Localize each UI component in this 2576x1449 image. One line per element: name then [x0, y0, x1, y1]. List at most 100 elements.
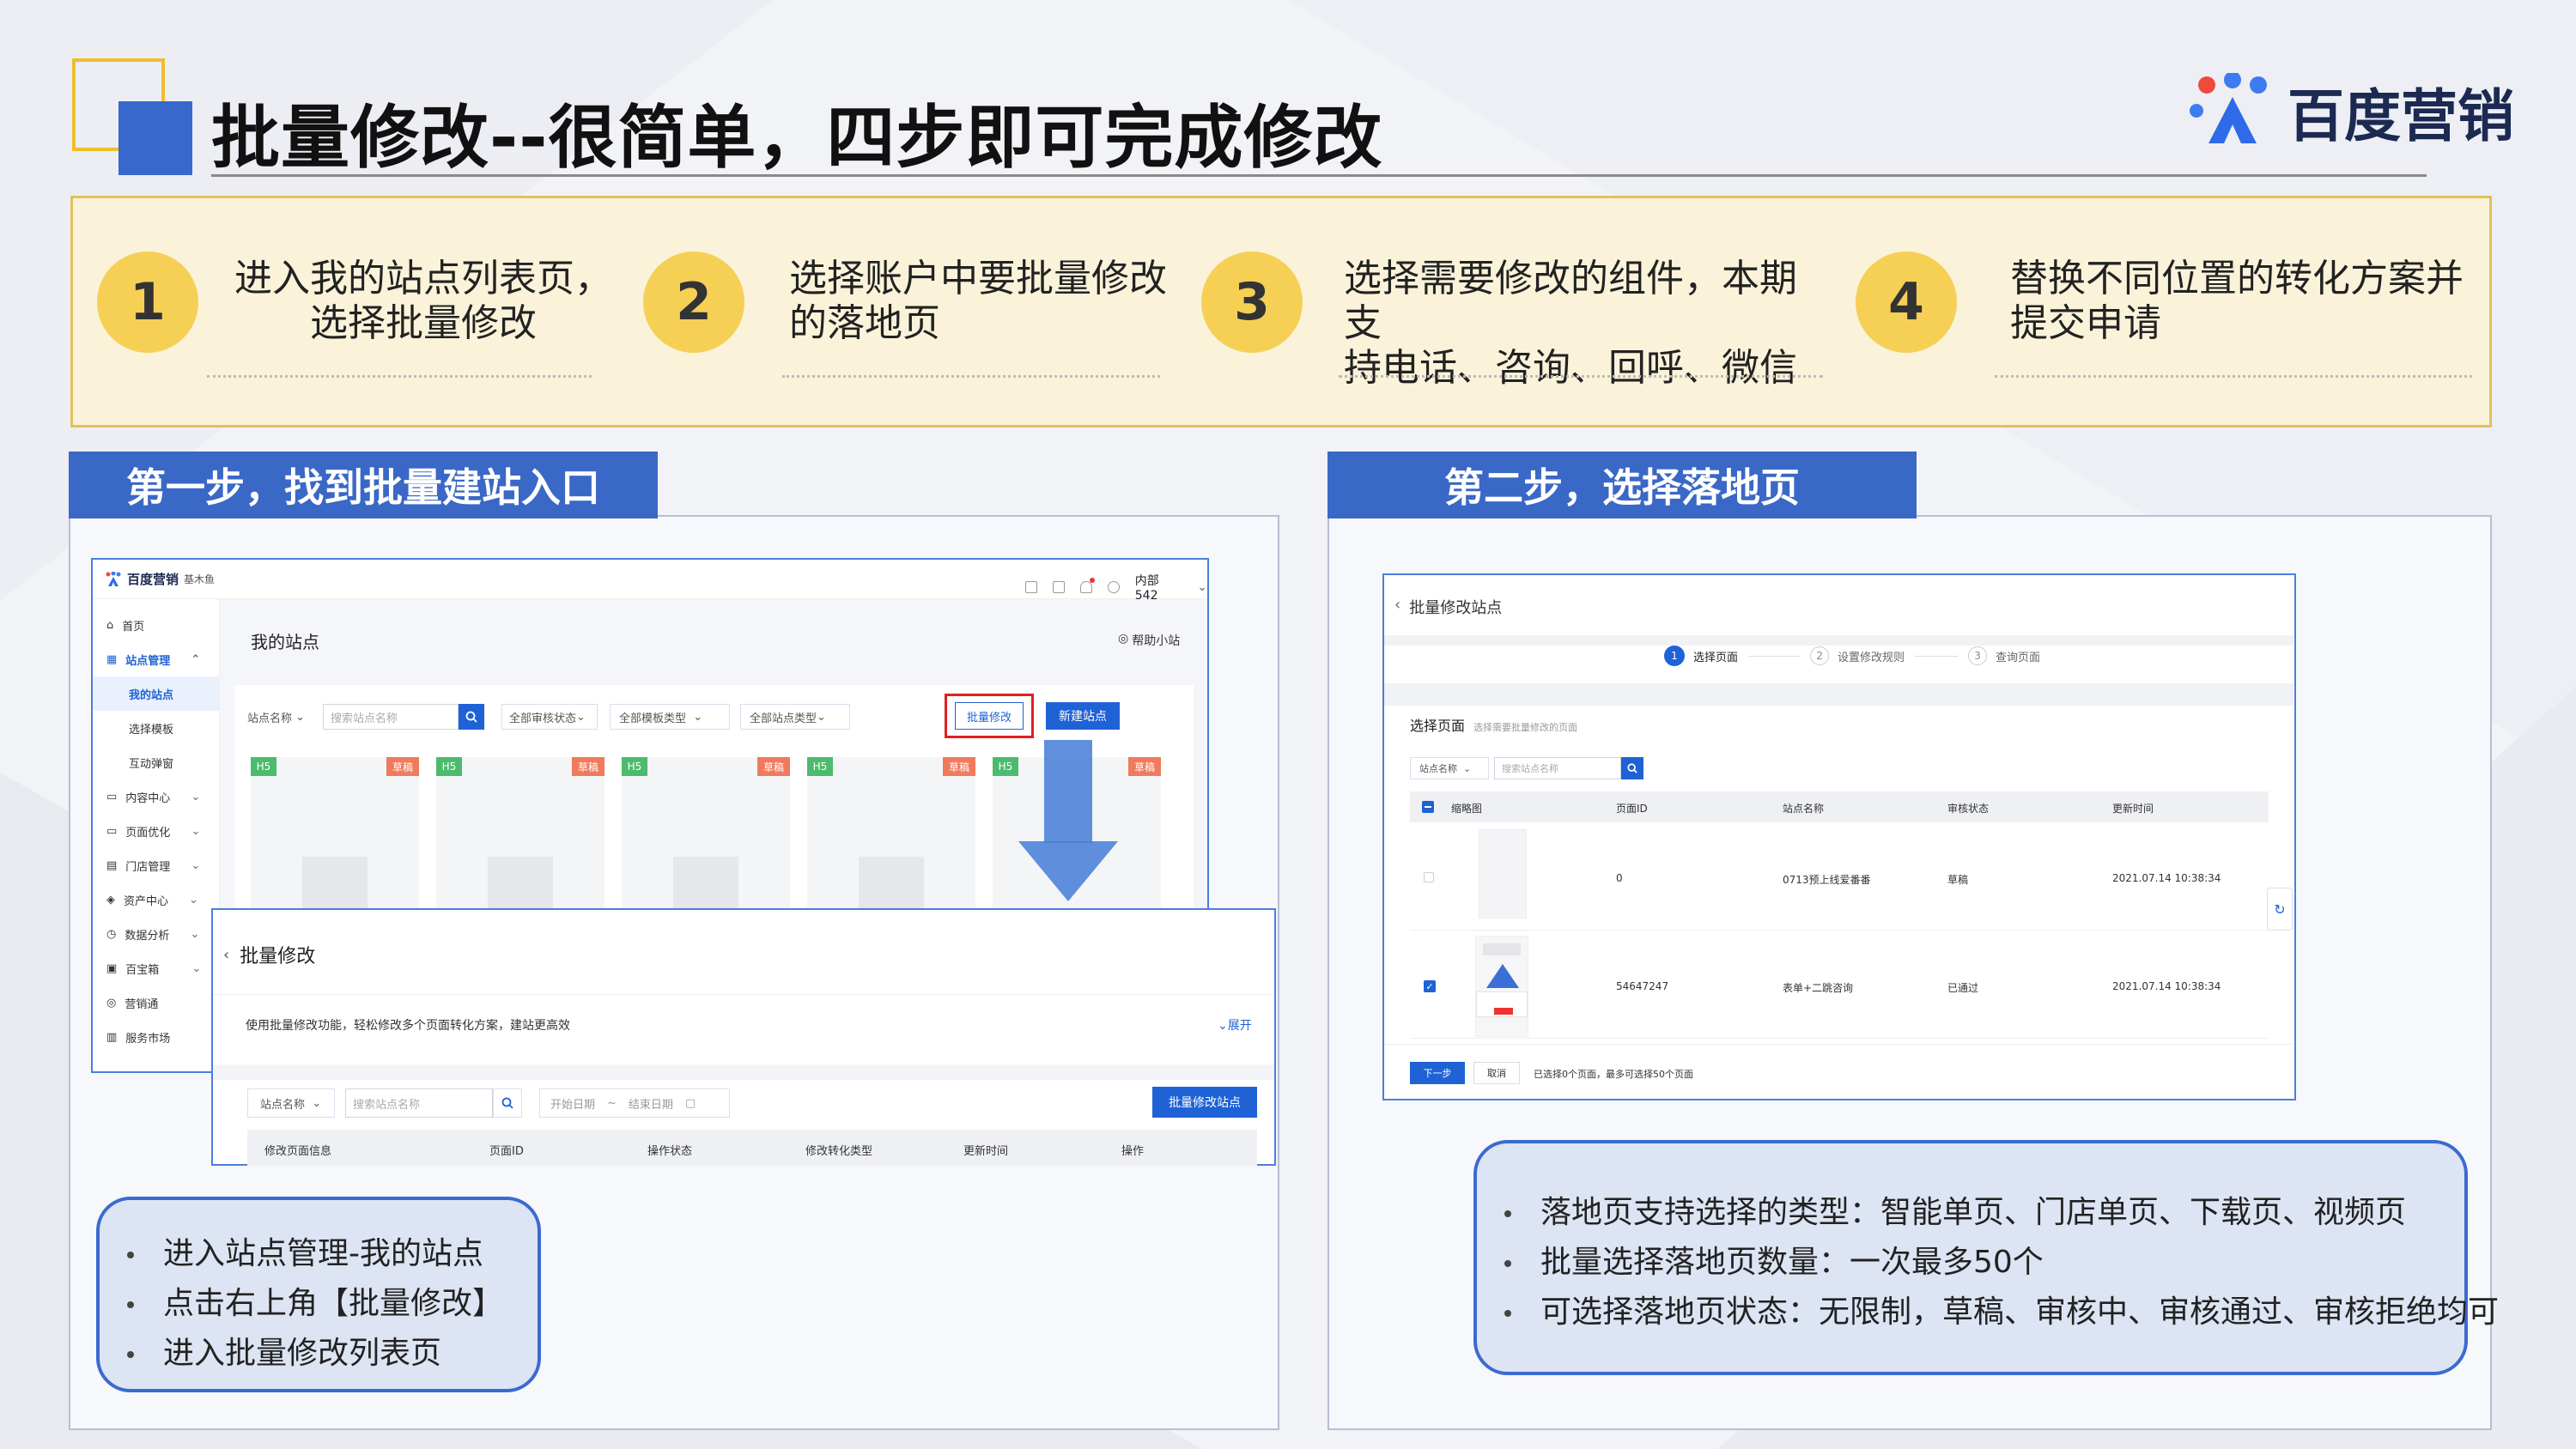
sidebar-label: 互动弹窗 [129, 757, 174, 771]
page-id: 54647247 [1616, 980, 1669, 992]
site-card[interactable]: H5 草稿 [436, 757, 605, 920]
site-search-input[interactable]: 搜索站点名称 [1494, 757, 1621, 779]
stepper-label: 设置修改规则 [1838, 651, 1905, 664]
window-title: 批量修改站点 [1409, 599, 1503, 617]
analytics-icon: ◷ [106, 927, 117, 941]
note-text: 落地页支持选择的类型：智能单页、门店单页、下载页、视频页 [1540, 1195, 2407, 1230]
note-text: 进入站点管理-我的站点 [163, 1236, 483, 1271]
range-separator: ~ [607, 1096, 617, 1110]
next-step-button[interactable]: 下一步 [1410, 1062, 1465, 1084]
chevron-down-icon: ⌄ [190, 927, 200, 941]
sidebar-item-my-sites[interactable]: 我的站点 [93, 676, 219, 711]
note-text: 可选择落地页状态：无限制，草稿、审核中、审核通过、审核拒绝均可 [1540, 1294, 2500, 1330]
expand-link[interactable]: ⌄展开 [1218, 1016, 1252, 1034]
back-icon[interactable]: ‹ [223, 946, 229, 964]
site-card[interactable]: H5 草稿 [807, 757, 975, 920]
search-icon[interactable] [459, 704, 484, 730]
row-checkbox-checked[interactable]: ✓ [1424, 980, 1436, 992]
bell-icon[interactable] [1079, 578, 1095, 593]
sidebar-item-assets[interactable]: ◈ 资产中心 ⌄ [106, 882, 219, 917]
sidebar-label: 站点管理 [125, 654, 171, 668]
step-2-text: 选择账户中要批量修改 的落地页 [789, 257, 1184, 346]
step-1-line1: 进入我的站点列表页， [234, 257, 612, 300]
row-checkbox[interactable] [1424, 872, 1434, 882]
table-row[interactable]: 0 0713预上线爱番番 草稿 2021.07.14 10:38:34 [1410, 824, 2269, 931]
brand-logo: 百度营销 [2190, 70, 2514, 153]
start-date: 开始日期 [550, 1098, 596, 1112]
site-type-select[interactable]: 全部站点类型 ⌄ [740, 704, 850, 730]
chevron-down-icon: ⌄ [191, 961, 202, 975]
site-search-input[interactable]: 搜索站点名称 [323, 704, 459, 730]
brand-logo-icon [2190, 73, 2267, 143]
step-2-underline [782, 375, 1160, 378]
sidebar-item-marketing[interactable]: ◎ 营销通 [106, 985, 219, 1020]
refresh-icon[interactable]: ↻ [2267, 888, 2293, 931]
sidebar-item-optimize[interactable]: ▭ 页面优化 ⌄ [106, 814, 219, 848]
sidebar-item-content[interactable]: ▭ 内容中心 ⌄ [106, 779, 219, 814]
site-name-select[interactable]: 站点名称 ⌄ [247, 704, 323, 730]
toolbox-icon: ▣ [106, 961, 118, 975]
select-all-checkbox[interactable] [1422, 801, 1434, 813]
search-icon[interactable] [493, 1088, 522, 1118]
sidebar-label: 首页 [122, 620, 145, 634]
chevron-down-icon[interactable]: ⌄ [1197, 580, 1207, 594]
table-row[interactable]: ✓ 54647247 表单+二跳咨询 已通过 2021.07.14 10:38:… [1410, 932, 2269, 1039]
dialog-header: ‹ 批量修改 [223, 941, 315, 968]
audit-status-select[interactable]: 全部审核状态 ⌄ [501, 704, 598, 730]
template-type-select[interactable]: 全部模板类型 ⌄ [610, 704, 730, 730]
select-label: 全部模板类型 [619, 712, 687, 725]
calendar-icon[interactable] [1025, 581, 1037, 593]
select-label: 站点名称 [247, 712, 293, 725]
col-header: 站点名称 [1783, 803, 1825, 815]
stepper-label: 查询页面 [1996, 651, 2041, 664]
doc-icon[interactable] [1052, 581, 1065, 593]
batch-edit-button[interactable]: 批量修改 [955, 702, 1024, 730]
thumbnail-graphic [1486, 964, 1519, 988]
sidebar-item-popups[interactable]: 互动弹窗 [106, 745, 219, 779]
draft-tag: 草稿 [943, 757, 975, 776]
page-thumbnail [1475, 936, 1528, 1037]
section-title: 选择页面 [1410, 718, 1466, 734]
card-thumbnail [859, 857, 924, 908]
dialog-site-name-select[interactable]: 站点名称 ⌄ [247, 1088, 335, 1118]
sidebar-item-market[interactable]: ▥ 服务市场 [106, 1020, 219, 1054]
stepper: 1 选择页面 2 设置修改规则 3 查询页面 [1664, 646, 2040, 666]
user-icon[interactable] [1107, 581, 1120, 593]
select-label: 全部审核状态 [509, 712, 577, 725]
dialog-search-input[interactable]: 搜索站点名称 [345, 1088, 493, 1118]
h5-tag: H5 [807, 757, 833, 776]
site-card[interactable]: H5 草稿 [251, 757, 419, 920]
sidebar-item-site-management[interactable]: ▦ 站点管理 ⌃ [106, 642, 219, 676]
date-range-picker[interactable]: 开始日期 ~ 结束日期 ▢ [539, 1088, 730, 1118]
draft-tag: 草稿 [572, 757, 605, 776]
sidebar-item-templates[interactable]: 选择模板 [106, 711, 219, 745]
account-name[interactable]: 内部542 [1135, 572, 1182, 603]
help-link[interactable]: ◎ 帮助小站 [1118, 632, 1180, 649]
col-header: 页面ID [489, 1145, 524, 1158]
sidebar-item-toolbox[interactable]: ▣ 百宝箱 ⌄ [106, 951, 219, 985]
note-item: 落地页支持选择的类型：智能单页、门店单页、下载页、视频页 [1477, 1188, 2464, 1238]
update-time: 2021.07.14 10:38:34 [2112, 980, 2221, 992]
page-title: 批量修改--很简单，四步即可完成修改 [211, 98, 1383, 178]
update-time: 2021.07.14 10:38:34 [2112, 872, 2221, 884]
sidebar-item-analytics[interactable]: ◷ 数据分析 ⌄ [106, 917, 219, 951]
page-id: 0 [1616, 872, 1623, 884]
sidebar-item-home[interactable]: ⌂ 首页 [106, 608, 219, 642]
search-icon[interactable] [1621, 757, 1643, 779]
batch-edit-sites-button[interactable]: 批量修改站点 [1152, 1087, 1257, 1118]
site-name-select[interactable]: 站点名称 ⌄ [1410, 757, 1489, 779]
step1-notes: 进入站点管理-我的站点 点击右上角【批量修改】 进入批量修改列表页 [96, 1197, 541, 1392]
app-brand: 百度营销 [127, 572, 179, 587]
window-header: ‹ 批量修改站点 [1394, 596, 1502, 618]
cancel-button[interactable]: 取消 [1473, 1062, 1520, 1084]
step-3-line1: 选择需要修改的组件，本期支 [1344, 257, 1797, 345]
back-icon[interactable]: ‹ [1394, 596, 1400, 618]
section-heading: 选择页面 选择需要批量修改的页面 [1410, 714, 1577, 735]
site-card[interactable]: H5 草稿 [622, 757, 790, 920]
arrow-down-icon [1018, 740, 1118, 901]
sidebar-item-store[interactable]: ▤ 门店管理 ⌄ [106, 848, 219, 882]
sidebar-label: 我的站点 [129, 688, 174, 702]
new-site-button[interactable]: 新建站点 [1046, 702, 1120, 730]
step-1-text: 进入我的站点列表页， 选择批量修改 [226, 257, 621, 346]
sidebar-label: 百宝箱 [125, 963, 160, 977]
